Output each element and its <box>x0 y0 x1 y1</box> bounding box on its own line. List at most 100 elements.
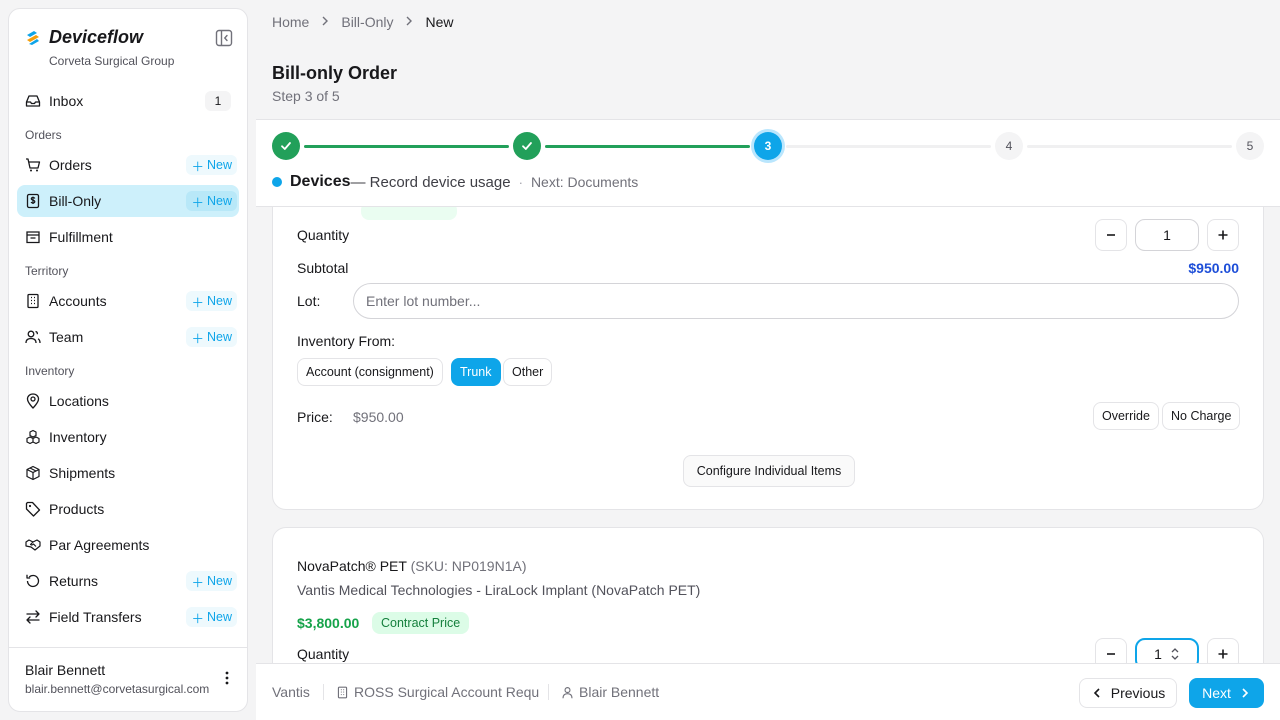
sidebar-item-fulfillment[interactable]: Fulfillment <box>17 221 239 253</box>
sidebar-item-inbox[interactable]: Inbox 1 <box>17 85 239 117</box>
breadcrumb-bill-only[interactable]: Bill-Only <box>341 14 393 30</box>
sidebar-item-label: Inbox <box>49 93 84 109</box>
devices-content[interactable]: Quantity 1 Subtotal $950.00 Lot: Enter l… <box>256 207 1280 663</box>
brand-name: Deviceflow <box>49 27 144 47</box>
no-charge-button[interactable]: No Charge <box>1162 402 1241 430</box>
plus-icon <box>1218 230 1228 240</box>
receipt-dollar-icon <box>25 193 41 209</box>
user-icon <box>562 686 573 698</box>
price-badge-partial <box>361 207 457 220</box>
user-email: blair.bennett@corvetasurgical.com <box>25 682 210 696</box>
quantity-input[interactable]: 1 <box>1135 219 1199 251</box>
footer-divider <box>548 684 549 700</box>
building-icon <box>337 686 348 698</box>
sidebar-item-label: Fulfillment <box>49 229 113 245</box>
step-4[interactable]: 4 <box>995 132 1023 160</box>
quantity-increment-button[interactable] <box>1207 638 1239 663</box>
sidebar-item-returns[interactable]: Returns ＋ New <box>17 565 239 597</box>
new-account-button[interactable]: ＋ New <box>186 291 237 311</box>
sidebar-item-label: Field Transfers <box>49 609 142 625</box>
sidebar-item-label: Returns <box>49 573 99 589</box>
sidebar-item-label: Bill-Only <box>49 193 102 209</box>
breadcrumb: Home Bill-Only New <box>272 14 454 30</box>
sidebar-item-shipments[interactable]: Shipments <box>17 457 239 489</box>
configure-individual-items-button[interactable]: Configure Individual Items <box>683 455 855 487</box>
sidebar-collapse-icon[interactable] <box>215 29 233 47</box>
user-profile[interactable]: Blair Bennett blair.bennett@corvetasurgi… <box>9 647 247 711</box>
sidebar: Deviceflow Corveta Surgical Group Inbox … <box>8 8 248 712</box>
step-connector <box>786 145 991 148</box>
more-vertical-icon[interactable] <box>219 670 235 686</box>
step-connector <box>1027 145 1232 148</box>
product-title: NovaPatch® PET <box>297 558 407 574</box>
sidebar-item-orders[interactable]: Orders ＋ New <box>17 149 239 181</box>
device-card: NovaPatch® PET (SKU: NP019N1A) Vantis Me… <box>272 527 1264 663</box>
new-order-button[interactable]: ＋ New <box>186 155 237 175</box>
step-1-complete[interactable] <box>272 132 300 160</box>
plus-icon: ＋ <box>191 195 204 210</box>
new-team-button[interactable]: ＋ New <box>186 327 237 347</box>
brand[interactable]: Deviceflow <box>25 27 143 48</box>
quantity-label: Quantity <box>297 227 350 243</box>
sidebar-item-field-transfers[interactable]: Field Transfers ＋ New <box>17 601 239 633</box>
new-label: New <box>206 158 232 172</box>
product-description: Vantis Medical Technologies - LiraLock I… <box>297 582 701 598</box>
footer-divider <box>323 684 324 700</box>
step-connector <box>545 145 750 148</box>
inventory-option-trunk[interactable]: Trunk <box>451 358 501 386</box>
new-label: New <box>206 330 232 344</box>
sidebar-section-territory: Territory <box>25 264 69 278</box>
sidebar-item-locations[interactable]: Locations <box>17 385 239 417</box>
sidebar-item-team[interactable]: Team ＋ New <box>17 321 239 353</box>
plus-icon: ＋ <box>191 331 204 346</box>
sidebar-item-products[interactable]: Products <box>17 493 239 525</box>
inbox-count-badge: 1 <box>205 91 231 111</box>
previous-button[interactable]: Previous <box>1079 678 1177 708</box>
current-step-dot <box>272 177 282 187</box>
lot-number-input[interactable]: Enter lot number... <box>353 283 1239 319</box>
current-step-description: — Record device usage <box>350 173 511 191</box>
subtotal-value: $950.00 <box>1188 260 1239 276</box>
sidebar-item-par-agreements[interactable]: Par Agreements <box>17 529 239 561</box>
quantity-decrement-button[interactable] <box>1095 219 1127 251</box>
new-label: New <box>206 574 232 588</box>
sidebar-item-accounts[interactable]: Accounts ＋ New <box>17 285 239 317</box>
new-return-button[interactable]: ＋ New <box>186 571 237 591</box>
sidebar-item-label: Inventory <box>49 429 107 445</box>
quantity-increment-button[interactable] <box>1207 219 1239 251</box>
organization-name: Corveta Surgical Group <box>49 54 175 68</box>
map-pin-icon <box>25 393 41 409</box>
package-icon <box>25 465 41 481</box>
inventory-option-consignment[interactable]: Account (consignment) <box>297 358 443 386</box>
sidebar-item-label: Team <box>49 329 84 345</box>
breadcrumb-home[interactable]: Home <box>272 14 309 30</box>
page-subtitle: Step 3 of 5 <box>272 88 340 104</box>
new-field-transfer-button[interactable]: ＋ New <box>186 607 237 627</box>
boxes-icon <box>25 429 41 445</box>
step-5[interactable]: 5 <box>1236 132 1264 160</box>
sidebar-item-inventory[interactable]: Inventory <box>17 421 239 453</box>
sidebar-item-bill-only[interactable]: Bill-Only ＋ New <box>17 185 239 217</box>
next-button[interactable]: Next <box>1189 678 1264 708</box>
next-step-label: Next: Documents <box>530 174 639 190</box>
new-bill-only-button[interactable]: ＋ New <box>186 191 237 211</box>
device-card: Quantity 1 Subtotal $950.00 Lot: Enter l… <box>272 207 1264 510</box>
sidebar-item-label: Products <box>49 501 105 517</box>
price-label: Price: <box>297 409 333 425</box>
new-label: New <box>206 610 232 624</box>
sidebar-section-inventory: Inventory <box>25 364 75 378</box>
building-icon <box>25 293 41 309</box>
spinner-arrows-icon[interactable] <box>1170 647 1180 661</box>
quantity-decrement-button[interactable] <box>1095 638 1127 663</box>
step-3-current[interactable]: 3 <box>754 132 782 160</box>
user-name: Blair Bennett <box>25 662 106 678</box>
plus-icon: ＋ <box>191 611 204 626</box>
sidebar-item-label: Shipments <box>49 465 116 481</box>
arrows-left-right-icon <box>25 609 41 625</box>
wizard-footer: Vantis ROSS Surgical Account Requ Blair … <box>256 663 1280 720</box>
inbox-icon <box>25 93 41 109</box>
inventory-option-other[interactable]: Other <box>503 358 553 386</box>
override-price-button[interactable]: Override <box>1093 402 1159 430</box>
step-2-complete[interactable] <box>513 132 541 160</box>
quantity-input[interactable]: 1 <box>1135 638 1199 663</box>
